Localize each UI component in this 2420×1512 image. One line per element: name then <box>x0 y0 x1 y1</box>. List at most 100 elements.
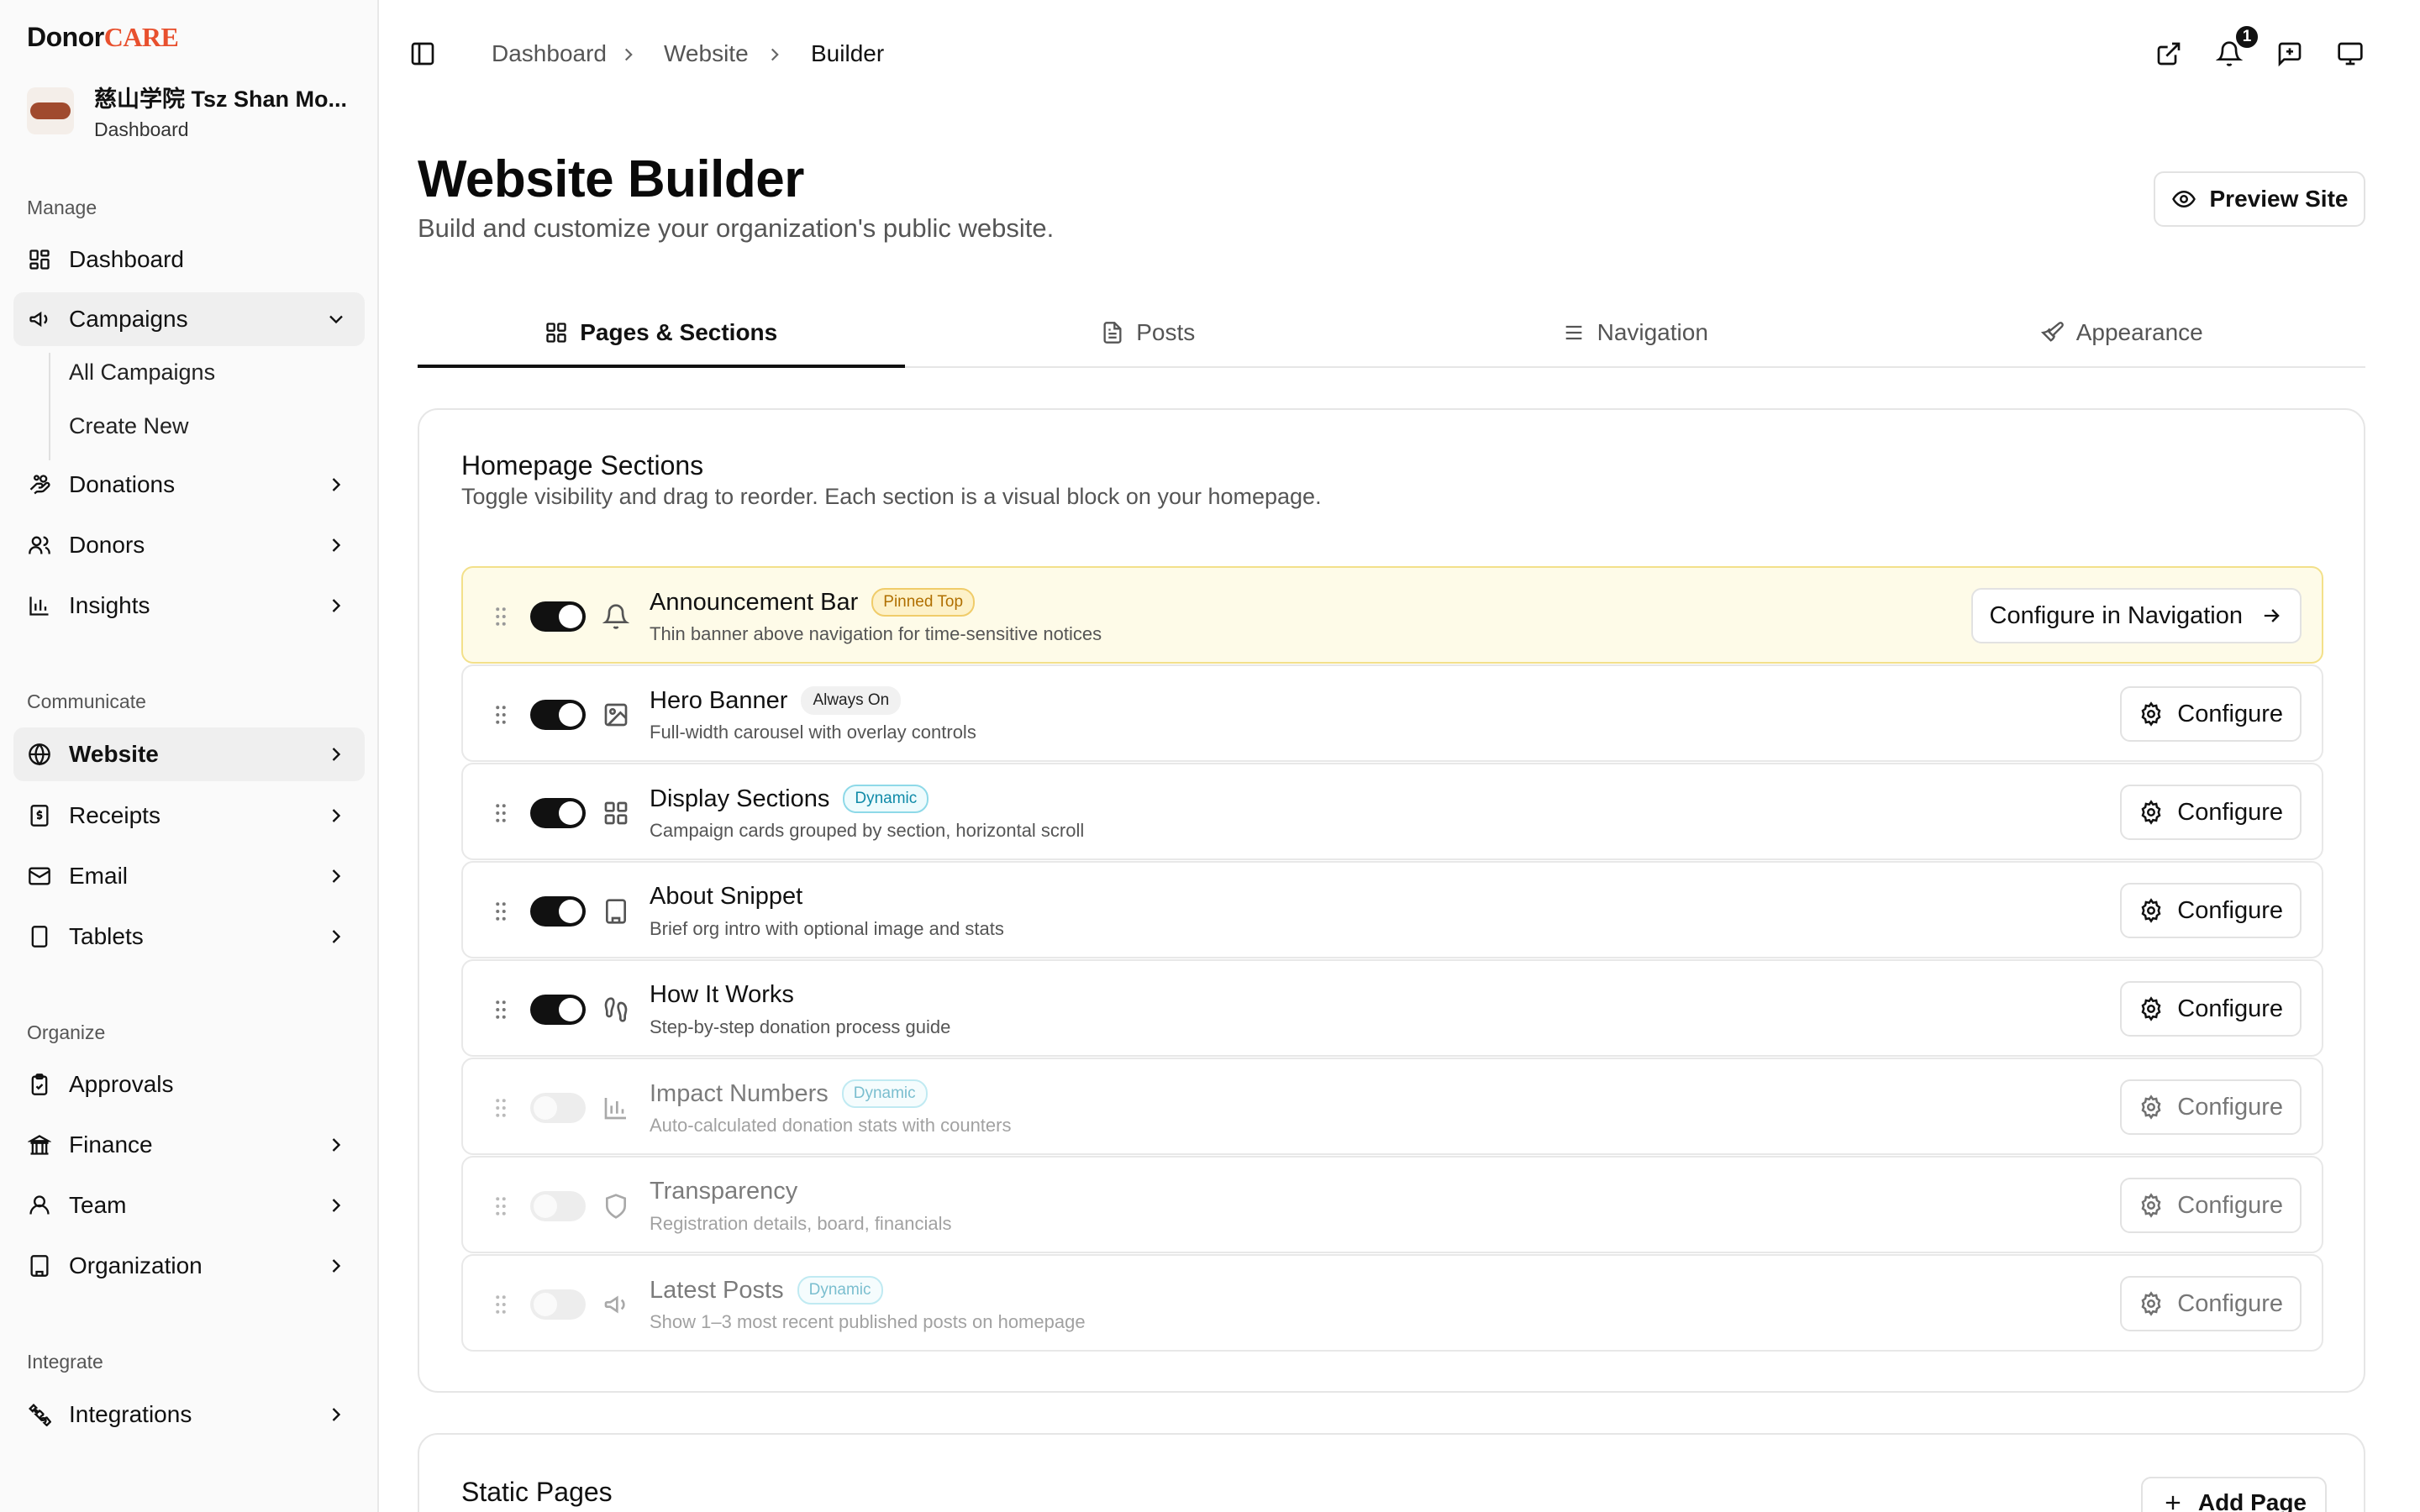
file-text-icon <box>1103 322 1122 344</box>
sidebar-item-finance[interactable]: Finance <box>13 1118 365 1172</box>
homepage-sections-subtitle: Toggle visibility and drag to reorder. E… <box>461 484 1322 509</box>
tablet-icon <box>27 924 52 949</box>
section-label-communicate: Communicate <box>27 690 146 712</box>
status-badge: Dynamic <box>843 785 929 813</box>
configure-button[interactable]: Configure <box>2120 785 2302 840</box>
sidebar-item-campaigns[interactable]: Campaigns <box>13 292 365 346</box>
megaphone-icon <box>604 1295 625 1314</box>
section-title: Impact Numbers <box>650 1079 829 1107</box>
static-pages-card: Static Pages Add Page <box>418 1433 2365 1512</box>
arrow-right-icon <box>2264 609 2280 622</box>
visibility-toggle[interactable] <box>530 700 586 730</box>
section-description: Show 1–3 most recent published posts on … <box>650 1311 1086 1332</box>
submenu-line <box>49 353 50 460</box>
grip-vertical-icon[interactable] <box>488 701 513 728</box>
section-title: How It Works <box>650 981 794 1008</box>
org-switcher[interactable]: 慈山学院 Tsz Shan Mo... Dashboard <box>27 81 347 141</box>
grip-vertical-icon[interactable] <box>488 1095 513 1121</box>
grip-vertical-icon[interactable] <box>488 1291 513 1318</box>
sidebar-item-approvals[interactable]: Approvals <box>13 1058 365 1111</box>
section-description: Auto-calculated donation stats with coun… <box>650 1115 1012 1136</box>
sidebar-item-donors[interactable]: Donors <box>13 518 365 572</box>
puzzle-icon <box>27 1402 52 1427</box>
main-content: Dashboard Website Builder 1 Website Buil… <box>379 0 2420 1512</box>
sidebar-item-email[interactable]: Email <box>13 849 365 903</box>
section-description: Full-width carousel with overlay control… <box>650 722 976 743</box>
visibility-toggle[interactable] <box>530 1191 586 1221</box>
bar-chart-icon <box>27 593 52 618</box>
bell-icon <box>602 604 629 629</box>
chevron-right-icon <box>332 538 341 552</box>
preview-site-button[interactable]: Preview Site <box>2154 171 2365 227</box>
tab-posts[interactable]: Posts <box>905 299 1392 366</box>
configure-button[interactable]: Configure <box>2120 686 2302 742</box>
configure-button[interactable]: Configure <box>2120 1178 2302 1233</box>
sidebar-subitem-all-campaigns[interactable]: All Campaigns <box>69 360 215 386</box>
sidebar-item-integrations[interactable]: Integrations <box>13 1388 365 1441</box>
configure-button[interactable]: Configure <box>2120 1079 2302 1135</box>
tab-pages-sections[interactable]: Pages & Sections <box>418 299 905 368</box>
section-title: Display Sections <box>650 785 830 812</box>
configure-button[interactable]: Configure <box>2120 1276 2302 1331</box>
tab-bar: Pages & Sections Posts Navigation Appear… <box>418 299 2365 368</box>
shield-icon <box>606 1194 626 1219</box>
configure-in-navigation-button[interactable]: Configure in Navigation <box>1970 588 2302 643</box>
sidebar-subitem-create-new[interactable]: Create New <box>69 413 189 439</box>
grip-vertical-icon[interactable] <box>488 603 513 630</box>
org-subtitle: Dashboard <box>94 118 189 140</box>
receipt-icon <box>27 803 52 828</box>
monitor-icon[interactable] <box>2337 40 2365 69</box>
visibility-toggle[interactable] <box>530 798 586 828</box>
section-description: Thin banner above navigation for time-se… <box>650 623 1102 644</box>
grip-vertical-icon[interactable] <box>488 800 513 827</box>
status-badge: Dynamic <box>841 1079 928 1108</box>
breadcrumb-dashboard[interactable]: Dashboard <box>492 40 607 67</box>
configure-button[interactable]: Configure <box>2120 883 2302 938</box>
sidebar-item-insights[interactable]: Insights <box>13 579 365 633</box>
section-label-organize: Organize <box>27 1021 106 1043</box>
sidebar-item-donations[interactable]: Donations <box>13 458 365 512</box>
tab-appearance[interactable]: Appearance <box>1879 299 2366 366</box>
section-label-manage: Manage <box>27 197 97 218</box>
visibility-toggle[interactable] <box>530 995 586 1025</box>
brand-logo[interactable]: DonorCARE <box>27 22 179 53</box>
chevron-right-icon <box>332 1259 341 1273</box>
bank-icon <box>27 1132 52 1158</box>
sidebar-item-website[interactable]: Website <box>13 727 365 781</box>
page-subtitle: Build and customize your organization's … <box>418 213 1055 243</box>
sidebar-item-organization[interactable]: Organization <box>13 1239 365 1293</box>
grip-vertical-icon[interactable] <box>488 1193 513 1220</box>
add-page-button[interactable]: Add Page <box>2140 1477 2327 1512</box>
paintbrush-icon <box>2040 322 2064 342</box>
visibility-toggle[interactable] <box>530 601 586 632</box>
configure-button[interactable]: Configure <box>2120 981 2302 1037</box>
chevron-right-icon <box>332 748 341 761</box>
breadcrumb-website[interactable]: Website <box>664 40 749 67</box>
visibility-toggle[interactable] <box>530 1289 586 1320</box>
sidebar-item-team[interactable]: Team <box>13 1179 365 1232</box>
tab-navigation[interactable]: Navigation <box>1392 299 1879 366</box>
visibility-toggle[interactable] <box>530 1093 586 1123</box>
sidebar: DonorCARE 慈山学院 Tsz Shan Mo... Dashboard … <box>0 0 379 1512</box>
building-icon <box>27 1253 52 1278</box>
chevron-right-icon <box>624 48 633 61</box>
sidebar-toggle-icon[interactable] <box>409 40 438 69</box>
sidebar-item-tablets[interactable]: Tablets <box>13 910 365 963</box>
section-row-latest-posts: Latest Posts Dynamic Show 1–3 most recent… <box>461 1254 2323 1352</box>
grip-vertical-icon[interactable] <box>488 996 513 1023</box>
sidebar-item-receipts[interactable]: Receipts <box>13 789 365 843</box>
gear-icon <box>2141 898 2161 923</box>
visibility-toggle[interactable] <box>530 896 586 927</box>
app-root: DonorCARE 慈山学院 Tsz Shan Mo... Dashboard … <box>0 0 2420 1512</box>
external-link-icon[interactable] <box>2155 40 2184 69</box>
section-title: Announcement Bar <box>650 588 859 616</box>
status-badge: Dynamic <box>797 1276 883 1305</box>
section-row-how-it-works: How It Works Step-by-step donation proce… <box>461 959 2323 1057</box>
section-row-transparency: Transparency Registration details, board… <box>461 1156 2323 1253</box>
chevron-right-icon <box>332 1408 341 1421</box>
gear-icon <box>2141 1095 2161 1120</box>
grip-vertical-icon[interactable] <box>488 898 513 925</box>
sidebar-item-dashboard[interactable]: Dashboard <box>13 233 365 286</box>
plus-icon <box>2165 1495 2181 1510</box>
message-plus-icon[interactable] <box>2276 40 2305 69</box>
